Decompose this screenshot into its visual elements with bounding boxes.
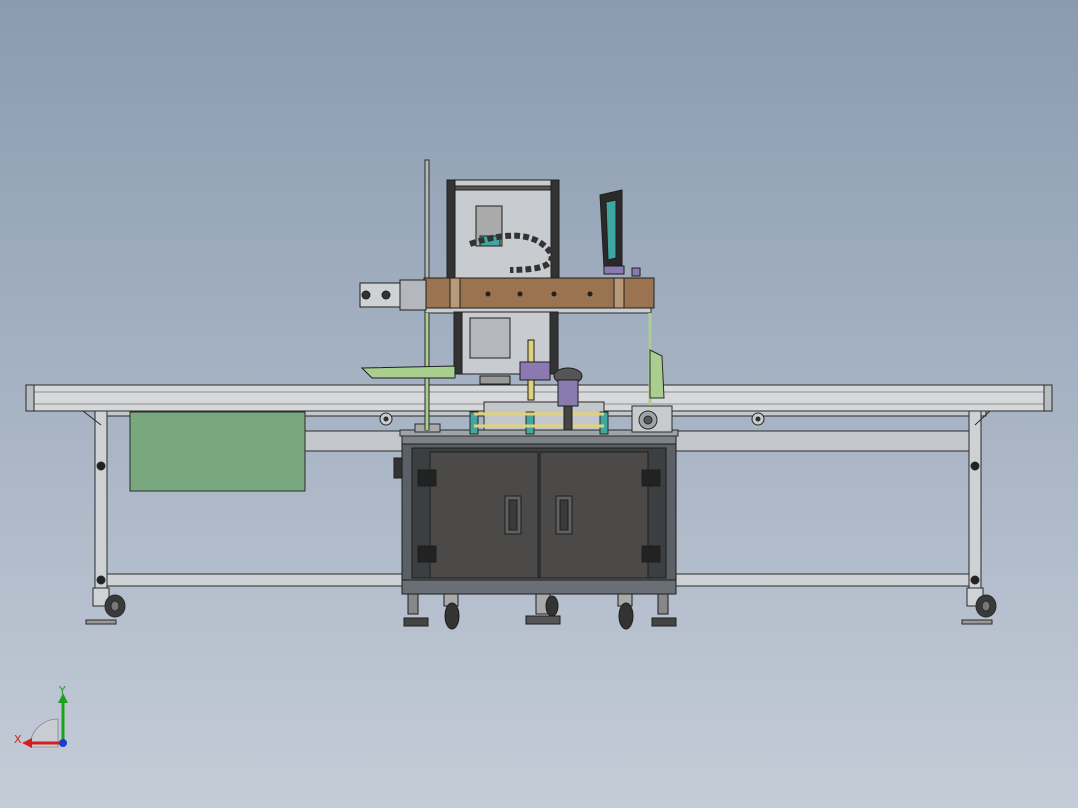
x-axis-label: X [14,733,22,746]
z-axis-dot [59,739,67,747]
cabinet-door-left [429,451,539,579]
cabinet-casters [403,593,677,630]
upper-column [446,179,560,375]
wood-mounting-plate [423,277,655,309]
machine-cabinet [393,433,677,595]
side-motor [359,279,427,311]
y-axis-label: Y [58,685,66,697]
green-side-panel [129,411,306,492]
machine-assembly-model[interactable] [0,0,1078,808]
view-orientation-triad: Y X [14,685,68,748]
hmi-monitor [599,189,641,277]
cad-viewport[interactable]: Y X [0,0,1078,808]
